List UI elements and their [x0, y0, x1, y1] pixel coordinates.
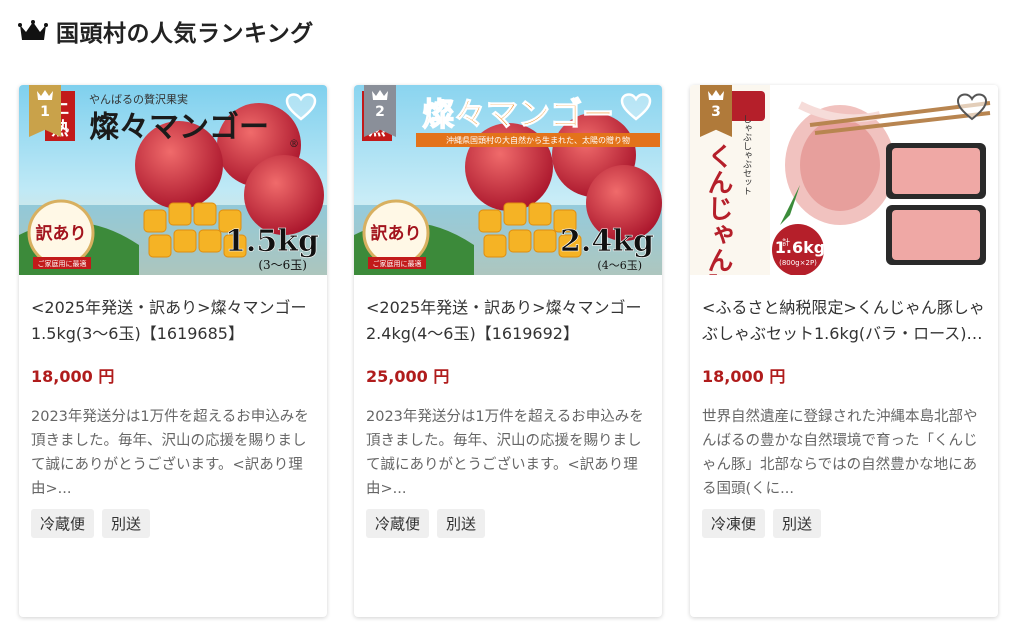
rank-number: 1 [40, 104, 50, 120]
product-card[interactable]: 上 熟 やんばるの贅沢果実 燦々マンゴー ® 訳あり ご家庭用に最適 1.5kg… [19, 85, 327, 617]
product-image[interactable]: しゃぶしゃぶセット くんじゃん豚 計 1.6kg (800g×2P) [690, 85, 998, 275]
image-weight: 1.6kg [775, 238, 825, 257]
tag-shipping: 冷凍便 [702, 509, 766, 538]
product-name[interactable]: <2025年発送・訳あり>燦々マンゴー1.5kg(3〜6玉)【1619685】 [31, 295, 315, 347]
product-name[interactable]: <ふるさと納税限定>くんじゃん豚しゃぶしゃぶセット1.6kg(バラ・ロース)… [702, 295, 986, 347]
image-brand: 燦々マンゴー [89, 110, 269, 145]
crown-icon [18, 20, 48, 40]
svg-text:®: ® [289, 139, 299, 150]
tag-shipping: 冷蔵便 [366, 509, 430, 538]
svg-text:(3〜6玉): (3〜6玉) [258, 258, 307, 272]
tag-list: 冷蔵便 別送 [31, 509, 315, 538]
rank-badge: 1 [29, 85, 61, 137]
image-brand: 燦々マンゴー [422, 95, 614, 133]
tag-separate: 別送 [773, 509, 822, 538]
image-weight: 2.4kg [560, 224, 654, 259]
product-description: 世界自然遺産に登録された沖縄本島北部やんばるの豊かな自然環境で育った「くんじゃん… [702, 409, 978, 497]
image-wakeari: 訳あり [371, 223, 422, 244]
svg-text:(800g×2P): (800g×2P) [779, 259, 817, 267]
product-name[interactable]: <2025年発送・訳あり>燦々マンゴー2.4kg(4〜6玉)【1619692】 [366, 295, 650, 347]
svg-text:ご家庭用に最適: ご家庭用に最適 [373, 259, 422, 268]
image-tagline: やんばるの贅沢果実 [89, 92, 188, 106]
product-description: 2023年発送分は1万件を超えるお申込みを頂きました。毎年、沢山の応援を賜りまし… [366, 409, 644, 497]
heart-icon[interactable] [620, 93, 652, 121]
tag-list: 冷蔵便 別送 [366, 509, 650, 538]
crown-icon [708, 90, 724, 100]
crown-icon [37, 90, 53, 100]
product-price: 18,000 円 [31, 367, 115, 386]
crown-icon [372, 90, 388, 100]
tag-list: 冷凍便 別送 [702, 509, 986, 538]
svg-text:ご家庭用に最適: ご家庭用に最適 [38, 259, 87, 268]
image-weight: 1.5kg [225, 224, 319, 259]
ranking-heading: 国頭村の人気ランキング [18, 14, 314, 48]
rank-number: 3 [711, 104, 721, 120]
product-price: 25,000 円 [366, 367, 450, 386]
rank-number: 2 [375, 104, 385, 120]
product-price: 18,000 円 [702, 367, 786, 386]
heart-icon[interactable] [285, 93, 317, 121]
heart-icon[interactable] [956, 93, 988, 121]
rank-badge: 2 [364, 85, 396, 137]
image-tagline: 沖縄県国頭村の大自然から生まれた、太陽の贈り物 [446, 135, 630, 145]
product-card[interactable]: しゃぶしゃぶセット くんじゃん豚 計 1.6kg (800g×2P) 3 <ふる… [690, 85, 998, 617]
image-brand: くんじゃん豚 [703, 143, 733, 275]
tag-separate: 別送 [437, 509, 486, 538]
product-description: 2023年発送分は1万件を超えるお申込みを頂きました。毎年、沢山の応援を賜りまし… [31, 409, 309, 497]
image-wakeari: 訳あり [36, 223, 87, 244]
product-image[interactable]: 上 熟 やんばるの贅沢果実 燦々マンゴー ® 訳あり ご家庭用に最適 1.5kg… [19, 85, 327, 275]
tag-separate: 別送 [102, 509, 151, 538]
product-card[interactable]: 上 熟 燦々マンゴー 沖縄県国頭村の大自然から生まれた、太陽の贈り物 訳あり ご… [354, 85, 662, 617]
tag-shipping: 冷蔵便 [31, 509, 95, 538]
rank-badge: 3 [700, 85, 732, 137]
section-title: 国頭村の人気ランキング [56, 21, 314, 47]
svg-text:(4〜6玉): (4〜6玉) [597, 259, 642, 272]
image-side-label: しゃぶしゃぶセット [741, 114, 752, 195]
product-image[interactable]: 上 熟 燦々マンゴー 沖縄県国頭村の大自然から生まれた、太陽の贈り物 訳あり ご… [354, 85, 662, 275]
